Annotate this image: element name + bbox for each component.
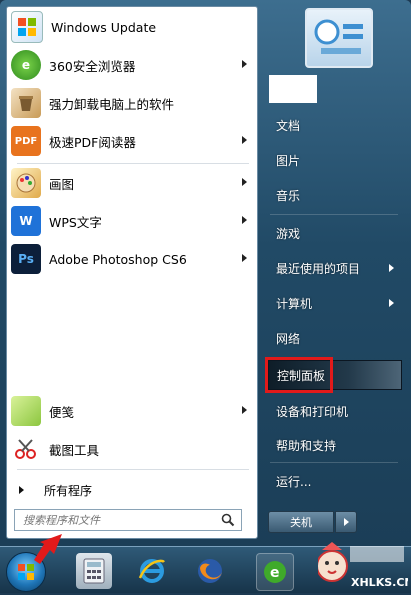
- menu-item-pictures[interactable]: 图片: [268, 145, 402, 175]
- search-input[interactable]: [21, 512, 221, 528]
- menu-item-computer[interactable]: 计算机: [268, 288, 402, 318]
- snipping-tool-icon: [11, 434, 41, 464]
- program-label: 画图: [49, 176, 75, 192]
- program-paint[interactable]: 画图: [11, 165, 255, 201]
- search-icon[interactable]: [221, 513, 235, 527]
- program-wps-writer[interactable]: W WPS文字: [11, 203, 255, 239]
- highlight-box: [265, 357, 333, 393]
- chevron-right-icon: [389, 264, 394, 272]
- divider: [17, 163, 249, 164]
- menu-item-games[interactable]: 游戏: [268, 218, 402, 248]
- user-picture[interactable]: [305, 8, 373, 68]
- paint-icon: [11, 168, 41, 198]
- chevron-right-icon: [242, 216, 247, 224]
- 360-browser-icon: e: [11, 50, 41, 80]
- sticky-notes-icon: [11, 396, 41, 426]
- chevron-right-icon: [389, 299, 394, 307]
- chevron-right-icon: [343, 518, 349, 526]
- menu-item-documents[interactable]: 文档: [268, 110, 402, 140]
- program-360-browser[interactable]: e 360安全浏览器: [11, 47, 255, 83]
- watermark-logo: XHLKS.CN: [316, 540, 411, 592]
- all-programs-button[interactable]: 所有程序: [19, 477, 251, 503]
- firefox-icon[interactable]: [192, 553, 228, 589]
- 360-browser-taskbar-icon[interactable]: e: [256, 553, 294, 591]
- user-name-box[interactable]: [269, 75, 317, 103]
- menu-item-music[interactable]: 音乐: [268, 180, 402, 210]
- uninstall-icon: [11, 88, 41, 118]
- menu-item-run[interactable]: 运行...: [268, 466, 402, 496]
- program-label: 便笺: [49, 404, 75, 420]
- shutdown-label: 关机: [290, 516, 312, 529]
- menu-item-network[interactable]: 网络: [268, 323, 402, 353]
- menu-item-label: 设备和打印机: [276, 404, 349, 419]
- program-windows-update[interactable]: Windows Update: [11, 9, 255, 45]
- program-pdf-reader[interactable]: PDF 极速PDF阅读器: [11, 123, 255, 159]
- wps-writer-icon: W: [11, 206, 41, 236]
- pdf-reader-icon: PDF: [11, 126, 41, 156]
- chevron-right-icon: [242, 254, 247, 262]
- program-sticky-notes[interactable]: 便笺: [11, 393, 255, 429]
- program-label: Windows Update: [51, 19, 157, 35]
- menu-item-label: 网络: [276, 331, 301, 346]
- menu-item-label: 图片: [276, 153, 301, 168]
- menu-item-label: 计算机: [276, 296, 313, 311]
- menu-item-label: 游戏: [276, 226, 301, 241]
- triangle-right-icon: [19, 486, 24, 494]
- windows-update-icon: [11, 11, 43, 43]
- divider: [270, 214, 398, 215]
- programs-pane: Windows Update e 360安全浏览器 强力卸载电脑上的软件 PDF…: [6, 6, 258, 539]
- menu-item-devices-printers[interactable]: 设备和打印机: [268, 396, 402, 426]
- program-photoshop[interactable]: Ps Adobe Photoshop CS6: [11, 241, 255, 277]
- menu-item-recent-items[interactable]: 最近使用的项目: [268, 253, 402, 283]
- program-label: 极速PDF阅读器: [49, 134, 136, 150]
- divider: [17, 469, 249, 470]
- menu-item-help-support[interactable]: 帮助和支持: [268, 430, 402, 460]
- menu-item-label: 运行...: [276, 474, 312, 489]
- chevron-right-icon: [242, 136, 247, 144]
- shutdown-options-button[interactable]: [335, 511, 357, 533]
- red-arrow-pointer-icon: [34, 534, 62, 564]
- program-label: 360安全浏览器: [49, 58, 136, 74]
- shutdown-button[interactable]: 关机: [268, 511, 334, 533]
- menu-item-label: 文档: [276, 118, 301, 133]
- divider: [270, 462, 398, 463]
- chevron-right-icon: [242, 406, 247, 414]
- photoshop-icon: Ps: [11, 244, 41, 274]
- chevron-right-icon: [242, 178, 247, 186]
- program-label: 截图工具: [49, 442, 100, 458]
- all-programs-label: 所有程序: [44, 483, 93, 498]
- search-box[interactable]: [14, 509, 242, 531]
- program-uninstaller[interactable]: 强力卸载电脑上的软件: [11, 85, 255, 121]
- program-snipping-tool[interactable]: 截图工具: [11, 431, 255, 467]
- ie-icon[interactable]: [134, 553, 170, 589]
- menu-item-label: 音乐: [276, 188, 301, 203]
- svg-text:e: e: [270, 565, 280, 581]
- program-label: 强力卸载电脑上的软件: [49, 96, 175, 112]
- menu-item-label: 帮助和支持: [276, 438, 337, 453]
- program-label: Adobe Photoshop CS6: [49, 251, 187, 267]
- calculator-icon[interactable]: [76, 553, 112, 589]
- windows-logo-icon: [18, 564, 34, 580]
- watermark-text: XHLKS.CN: [351, 576, 408, 589]
- chevron-right-icon: [242, 60, 247, 68]
- program-label: WPS文字: [49, 214, 102, 230]
- menu-item-label: 最近使用的项目: [276, 261, 361, 276]
